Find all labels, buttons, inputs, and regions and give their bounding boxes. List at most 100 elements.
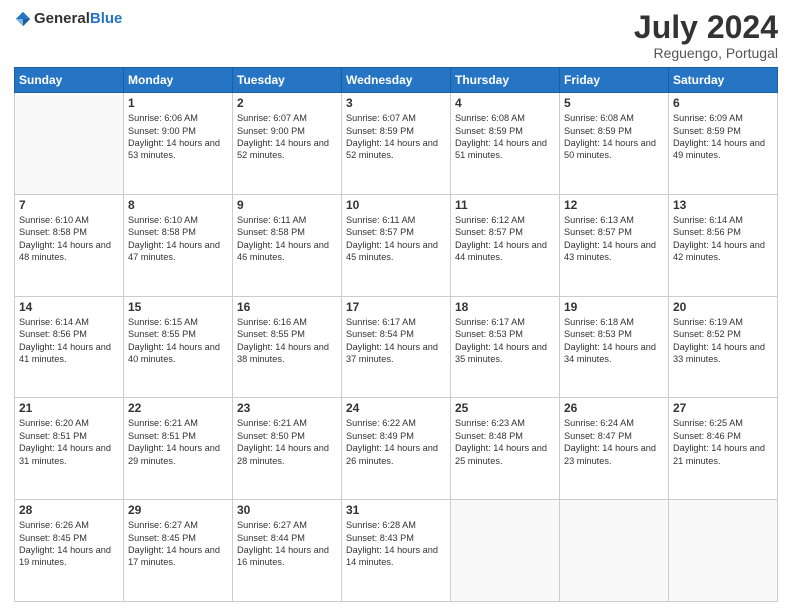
cell-line: Sunset: 8:57 PM [455,227,523,237]
table-row: 2 Sunrise: 6:07 AM Sunset: 9:00 PM Daylight… [233,93,342,195]
day-number: 23 [237,401,337,415]
day-number: 10 [346,198,446,212]
cell-line: Daylight: 14 hours and 38 minutes. [237,342,329,364]
table-row [560,500,669,602]
cell-line: Sunset: 8:59 PM [455,126,523,136]
cell-line: Sunset: 8:54 PM [346,329,414,339]
cell-line: Sunset: 8:58 PM [128,227,196,237]
cell-line: Sunrise: 6:21 AM [128,418,198,428]
cell-line: Daylight: 14 hours and 52 minutes. [237,138,329,160]
header-wednesday: Wednesday [342,68,451,93]
table-row [15,93,124,195]
table-row: 18Sunrise: 6:17 AMSunset: 8:53 PMDayligh… [451,296,560,398]
cell-line: Sunset: 8:52 PM [673,329,741,339]
cell-info: Sunrise: 6:14 AMSunset: 8:56 PMDaylight:… [673,214,773,264]
cell-line: Daylight: 14 hours and 25 minutes. [455,443,547,465]
cell-line: Daylight: 14 hours and 19 minutes. [19,545,111,567]
table-row: 12Sunrise: 6:13 AMSunset: 8:57 PMDayligh… [560,194,669,296]
cell-line: Daylight: 14 hours and 14 minutes. [346,545,438,567]
day-number: 9 [237,198,337,212]
cell-line: Sunset: 8:55 PM [128,329,196,339]
cell-info: Sunrise: 6:25 AMSunset: 8:46 PMDaylight:… [673,417,773,467]
cell-info: Sunrise: 6:21 AMSunset: 8:51 PMDaylight:… [128,417,228,467]
cell-info: Sunrise: 6:21 AMSunset: 8:50 PMDaylight:… [237,417,337,467]
cell-line: Sunset: 8:53 PM [455,329,523,339]
cell-info: Sunrise: 6:14 AM Sunset: 8:56 PM Daylight:… [19,316,119,366]
cell-line: Sunrise: 6:24 AM [564,418,634,428]
cell-line: Sunset: 9:00 PM [237,126,305,136]
cell-line: Daylight: 14 hours and 37 minutes. [346,342,438,364]
month-year-title: July 2024 [634,10,778,45]
cell-line: Sunset: 8:59 PM [673,126,741,136]
table-row: 28Sunrise: 6:26 AMSunset: 8:45 PMDayligh… [15,500,124,602]
cell-line: Daylight: 14 hours and 52 minutes. [346,138,438,160]
cell-line: Daylight: 14 hours and 41 minutes. [19,342,111,364]
cell-line: Sunset: 8:49 PM [346,431,414,441]
cell-line: Sunset: 8:46 PM [673,431,741,441]
cell-line: Sunset: 8:45 PM [128,533,196,543]
table-row: 8 Sunrise: 6:10 AMSunset: 8:58 PMDaylight… [124,194,233,296]
table-row: 7Sunrise: 6:10 AMSunset: 8:58 PMDaylight… [15,194,124,296]
cell-line: Sunset: 8:56 PM [673,227,741,237]
cell-info: Sunrise: 6:24 AMSunset: 8:47 PMDaylight:… [564,417,664,467]
cell-line: Sunrise: 6:19 AM [673,317,743,327]
cell-line: Daylight: 14 hours and 31 minutes. [19,443,111,465]
table-row: 21Sunrise: 6:20 AMSunset: 8:51 PMDayligh… [15,398,124,500]
day-number: 28 [19,503,119,517]
cell-info: Sunrise: 6:12 AMSunset: 8:57 PMDaylight:… [455,214,555,264]
day-number: 21 [19,401,119,415]
cell-line: Sunrise: 6:28 AM [346,520,416,530]
table-row: 25Sunrise: 6:23 AMSunset: 8:48 PMDayligh… [451,398,560,500]
day-number: 13 [673,198,773,212]
cell-line: Sunrise: 6:14 AM [673,215,743,225]
cell-info: Sunrise: 6:28 AM Sunset: 8:43 PM Daylight:… [346,519,446,569]
cell-line: Sunrise: 6:22 AM [346,418,416,428]
header-friday: Friday [560,68,669,93]
table-row: 15Sunrise: 6:15 AMSunset: 8:55 PMDayligh… [124,296,233,398]
cell-line: Daylight: 14 hours and 17 minutes. [128,545,220,567]
table-row: 11Sunrise: 6:12 AMSunset: 8:57 PMDayligh… [451,194,560,296]
cell-line: Daylight: 14 hours and 40 minutes. [128,342,220,364]
cell-line: Daylight: 14 hours and 50 minutes. [564,138,656,160]
calendar-header-row: Sunday Monday Tuesday Wednesday Thursday… [15,68,778,93]
day-number: 8 [128,198,228,212]
cell-info: Sunrise: 6:07 AMSunset: 8:59 PMDaylight:… [346,112,446,162]
cell-line: Sunset: 8:58 PM [237,227,305,237]
cell-line: Sunrise: 6:07 AM [237,113,307,123]
cell-line: Sunset: 8:59 PM [564,126,632,136]
cell-info: Sunrise: 6:08 AMSunset: 8:59 PMDaylight:… [564,112,664,162]
table-row: 30Sunrise: 6:27 AMSunset: 8:44 PMDayligh… [233,500,342,602]
day-number: 19 [564,300,664,314]
day-number: 24 [346,401,446,415]
logo-icon [14,10,32,28]
cell-line: Daylight: 14 hours and 29 minutes. [128,443,220,465]
cell-line: Sunrise: 6:26 AM [19,520,89,530]
cell-info: Sunrise: 6:10 AMSunset: 8:58 PMDaylight:… [128,214,228,264]
location-label: Reguengo, Portugal [634,45,778,61]
cell-info: Sunrise: 6:23 AM Sunset: 8:48 PM Daylight:… [455,417,555,467]
table-row: 14Sunrise: 6:14 AMSunset: 8:56 PMDayligh… [15,296,124,398]
table-row: 31Sunrise: 6:28 AMSunset: 8:43 PMDayligh… [342,500,451,602]
cell-line: Sunset: 8:48 PM [455,431,523,441]
cell-line: Sunrise: 6:14 AM [19,317,89,327]
table-row: 1Sunrise: 6:06 AMSunset: 9:00 PMDaylight… [124,93,233,195]
table-row: 6Sunrise: 6:09 AMSunset: 8:59 PMDaylight… [669,93,778,195]
table-row: 13Sunrise: 6:14 AMSunset: 8:56 PMDayligh… [669,194,778,296]
table-row: 26Sunrise: 6:24 AMSunset: 8:47 PMDayligh… [560,398,669,500]
cell-info: Sunrise: 6:11 AMSunset: 8:57 PMDaylight:… [346,214,446,264]
cell-line: Daylight: 14 hours and 45 minutes. [346,240,438,262]
table-row: 24Sunrise: 6:22 AMSunset: 8:49 PMDayligh… [342,398,451,500]
day-number: 2 [237,96,337,110]
cell-line: Sunset: 8:58 PM [19,227,87,237]
day-number: 27 [673,401,773,415]
cell-info: Sunrise: 6:15 AMSunset: 8:55 PMDaylight:… [128,316,228,366]
cell-info: Sunrise: 6:19 AMSunset: 8:52 PMDaylight:… [673,316,773,366]
cell-line: Sunset: 9:00 PM [128,126,196,136]
day-number: 16 [237,300,337,314]
cell-line: Sunrise: 6:23 AM [455,418,525,428]
cell-info: Sunrise: 6:17 AMSunset: 8:54 PMDaylight:… [346,316,446,366]
cell-line: Sunset: 8:43 PM [346,533,414,543]
cell-line: Sunset: 8:56 PM [19,329,87,339]
cell-line: Sunrise: 6:10 AM [19,215,89,225]
table-row: 9Sunrise: 6:11 AMSunset: 8:58 PMDaylight… [233,194,342,296]
